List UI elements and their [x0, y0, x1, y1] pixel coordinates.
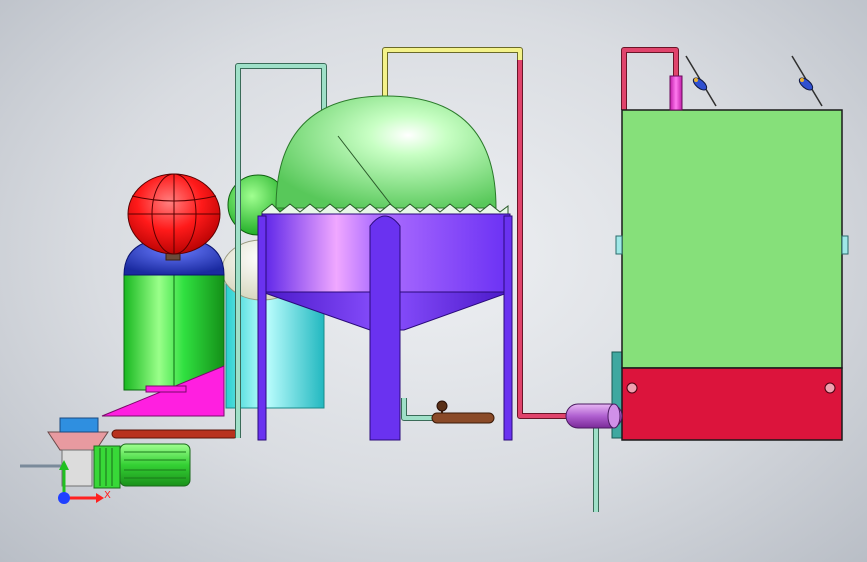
x-axis-label: X: [104, 490, 111, 501]
heater-tube[interactable]: [565, 403, 623, 429]
heater-flange: [607, 403, 621, 429]
reactor-leg-center: [369, 215, 401, 441]
top-pipe-yellow: [383, 48, 522, 96]
base-bolt-right: [824, 382, 836, 394]
electric-motor[interactable]: [119, 443, 191, 487]
reactor-leg-left: [257, 215, 267, 441]
feed-pipe-red[interactable]: [111, 429, 239, 439]
fan-blade-icon[interactable]: [685, 55, 717, 107]
reactor-dome[interactable]: [275, 95, 497, 209]
cad-viewport[interactable]: X: [0, 0, 867, 562]
valve-body[interactable]: [431, 412, 495, 424]
storage-unit[interactable]: [611, 55, 849, 441]
valve-handle-icon[interactable]: [436, 400, 448, 412]
hopper-lid[interactable]: [59, 417, 99, 433]
fan-blade-icon[interactable]: [791, 55, 823, 107]
return-pipe-pink: [518, 60, 568, 418]
drain-valve[interactable]: [431, 400, 495, 424]
side-port-left: [615, 235, 623, 255]
vent-pipe-pink: [622, 48, 678, 110]
vent-stack[interactable]: [669, 75, 683, 111]
reactor-leg-right: [503, 215, 513, 441]
side-port-right: [841, 235, 849, 255]
feed-assembly[interactable]: [20, 417, 239, 489]
chute-lip: [145, 385, 187, 393]
base-bolt-left: [626, 382, 638, 394]
motor-endcap: [93, 445, 121, 489]
storage-base-red[interactable]: [621, 367, 843, 441]
storage-tank-green[interactable]: [621, 109, 843, 369]
